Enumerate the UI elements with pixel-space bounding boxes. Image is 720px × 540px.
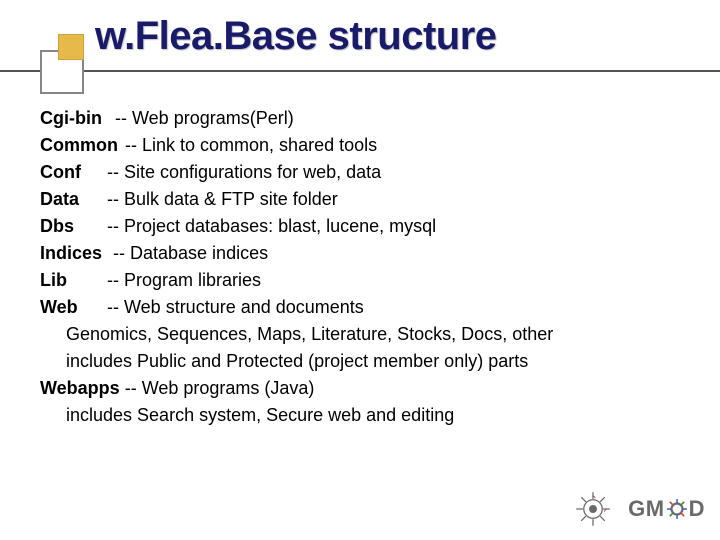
desc-web: -- Web structure and documents <box>107 297 364 317</box>
term-data: Data <box>40 186 102 213</box>
desc-data: -- Bulk data & FTP site folder <box>107 189 338 209</box>
web-subline-2: includes Public and Protected (project m… <box>40 348 680 375</box>
gmod-text-gm: GM <box>628 496 664 522</box>
gmod-text-d: D <box>689 496 705 522</box>
desc-conf: -- Site configurations for web, data <box>107 162 381 182</box>
web-subline-1: Genomics, Sequences, Maps, Literature, S… <box>40 321 680 348</box>
term-indices: Indices <box>40 240 108 267</box>
title-decor-square-gold <box>58 34 84 60</box>
term-lib: Lib <box>40 267 102 294</box>
term-web: Web <box>40 294 102 321</box>
title-underline <box>0 70 720 72</box>
content-block: Cgi-bin -- Web programs(Perl) Common -- … <box>40 105 680 429</box>
term-cgi-bin: Cgi-bin <box>40 105 110 132</box>
term-conf: Conf <box>40 159 102 186</box>
slide-title: w.Flea.Base structure <box>95 14 497 59</box>
term-webapps: Webapps <box>40 375 120 402</box>
gear-icon <box>572 488 614 530</box>
webapps-subline-1: includes Search system, Secure web and e… <box>40 402 680 429</box>
term-common: Common <box>40 132 120 159</box>
desc-indices: -- Database indices <box>113 243 268 263</box>
gmod-logo: GM D <box>628 496 705 522</box>
desc-lib: -- Program libraries <box>107 270 261 290</box>
desc-webapps: -- Web programs (Java) <box>125 378 315 398</box>
desc-dbs: -- Project databases: blast, lucene, mys… <box>107 216 436 236</box>
desc-cgi-bin: -- Web programs(Perl) <box>115 108 294 128</box>
gmod-o-icon <box>666 498 688 520</box>
term-dbs: Dbs <box>40 213 102 240</box>
desc-common: -- Link to common, shared tools <box>125 135 377 155</box>
